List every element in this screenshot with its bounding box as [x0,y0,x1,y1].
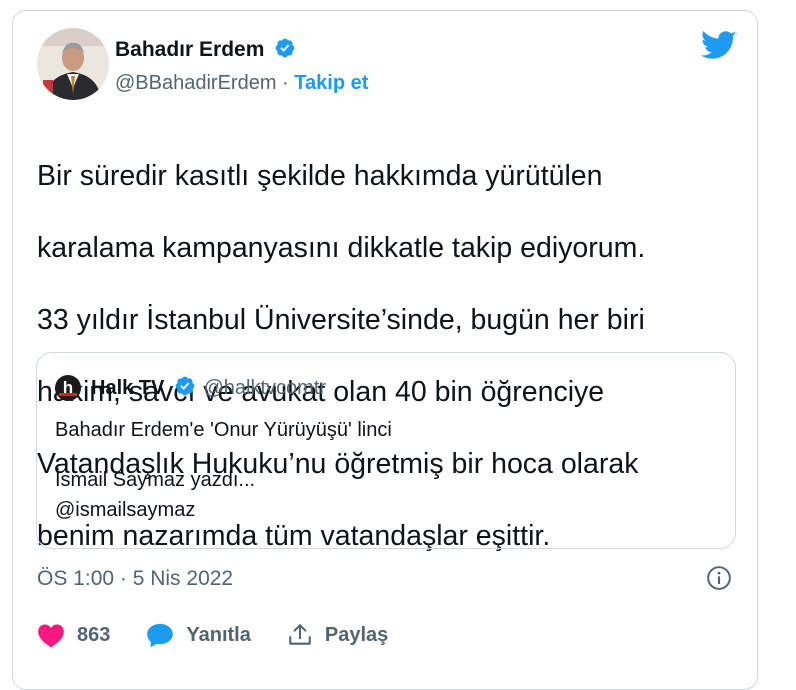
verified-badge-icon [274,37,296,65]
quoted-tweet[interactable]: h Halk TV @halktvcomtr Bahadır Erdem'e '… [36,352,736,549]
halktv-logo: h [55,375,81,401]
reply-label: Yanıtla [186,623,251,646]
meta-separator: · [282,72,289,94]
share-label: Paylaş [324,623,389,646]
share-button[interactable]: Paylaş [287,622,388,648]
author-handle[interactable]: @BBahadirErdem [115,72,276,94]
tweet-timestamp[interactable]: ÖS 1:00 · 5 Nis 2022 [37,566,233,592]
quoted-tweet-body: Bahadır Erdem'e 'Onur Yürüyüşü' linci İs… [55,415,715,525]
tweet-card: Bahadır Erdem @BBahadirErdem · Takip et … [12,10,758,690]
tweet-text-line: 33 yıldır İstanbul Üniversite’sinde, bug… [37,304,645,336]
share-icon [289,624,311,645]
author-name-row[interactable]: Bahadır Erdem [115,37,296,65]
quoted-text-line: İsmail Saymaz yazdı... [55,469,256,491]
quoted-text-line: Bahadır Erdem'e 'Onur Yürüyüşü' linci [55,419,392,441]
quoted-author-name: Halk TV [91,377,165,399]
author-name[interactable]: Bahadır Erdem [115,38,264,61]
avatar[interactable] [37,28,109,100]
avatar-photo [37,28,109,100]
reply-button[interactable]: Yanıtla [146,622,251,648]
follow-button[interactable]: Takip et [294,72,368,94]
tweet-text-line: Bir süredir kasıtlı şekilde hakkımda yür… [37,160,603,192]
quoted-tweet-header: Halk TV @halktvcomtr [91,375,326,404]
info-icon[interactable] [706,565,732,596]
reply-bubble-icon [147,623,174,648]
like-count: 863 [77,623,111,646]
verified-badge-icon [174,375,196,404]
tweet-text-line: karalama kampanyasını dikkatle takip edi… [37,232,646,264]
like-button[interactable]: 863 [37,622,110,648]
twitter-bird-icon[interactable] [701,30,737,66]
heart-icon [38,624,64,648]
tweet-actions: 863 Yanıtla Paylaş [37,622,424,648]
author-meta: @BBahadirErdem · Takip et [115,71,368,95]
quoted-author-handle: @halktvcomtr [203,377,327,399]
quoted-mention[interactable]: @ismailsaymaz [55,495,715,525]
